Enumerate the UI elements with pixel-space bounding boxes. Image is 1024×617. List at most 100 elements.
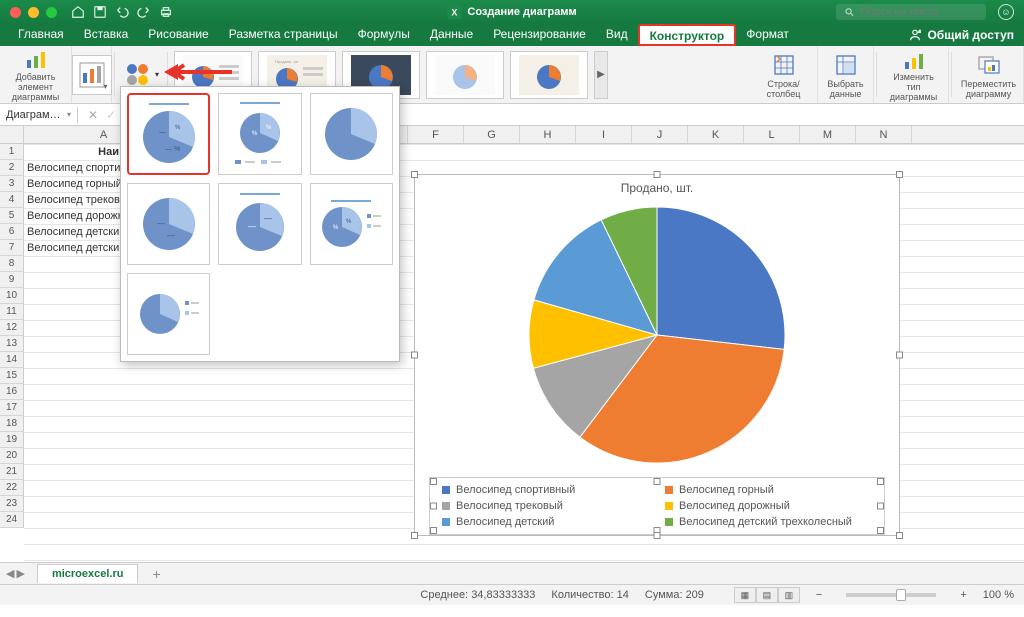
name-box[interactable]: Диаграм…▾: [0, 107, 78, 123]
row-header[interactable]: 12: [0, 320, 24, 336]
row-header[interactable]: 17: [0, 400, 24, 416]
column-header[interactable]: H: [520, 126, 576, 143]
legend-item[interactable]: Велосипед детский: [442, 516, 649, 528]
minimize-window-icon[interactable]: [28, 7, 39, 18]
tab-page-layout[interactable]: Разметка страницы: [219, 24, 348, 46]
layout-option-7[interactable]: [127, 273, 210, 355]
zoom-out-icon[interactable]: −: [816, 589, 822, 601]
undo-icon[interactable]: [115, 5, 129, 19]
row-header[interactable]: 20: [0, 448, 24, 464]
sheet-search[interactable]: [836, 4, 986, 20]
chart-style-5[interactable]: [510, 51, 588, 99]
layout-option-5[interactable]: ——: [218, 183, 301, 265]
row-header[interactable]: 3: [0, 176, 24, 192]
add-chart-element-button[interactable]: Добавить элемент диаграммы: [0, 46, 72, 103]
zoom-in-icon[interactable]: +: [960, 589, 966, 601]
row-header[interactable]: 8: [0, 256, 24, 272]
legend-item[interactable]: Велосипед горный: [665, 484, 872, 496]
tab-formulas[interactable]: Формулы: [348, 24, 420, 46]
row-header[interactable]: 6: [0, 224, 24, 240]
cell[interactable]: Велосипед дорожный: [24, 208, 122, 224]
layout-option-1[interactable]: —%— %: [127, 93, 210, 175]
add-sheet-button[interactable]: +: [144, 566, 168, 582]
row-header[interactable]: 15: [0, 368, 24, 384]
chart-style-4[interactable]: [426, 51, 504, 99]
cell[interactable]: Наи: [24, 144, 122, 160]
tab-review[interactable]: Рецензирование: [483, 24, 596, 46]
tab-data[interactable]: Данные: [420, 24, 483, 46]
column-header[interactable]: J: [632, 126, 688, 143]
sheet-tab[interactable]: microexcel.ru: [37, 564, 139, 583]
row-header[interactable]: 16: [0, 384, 24, 400]
row-header[interactable]: 11: [0, 304, 24, 320]
row-header[interactable]: 13: [0, 336, 24, 352]
zoom-slider[interactable]: [846, 593, 936, 597]
row-header[interactable]: 19: [0, 432, 24, 448]
legend-item[interactable]: Велосипед дорожный: [665, 500, 872, 512]
row-header[interactable]: 24: [0, 512, 24, 528]
column-header[interactable]: M: [800, 126, 856, 143]
tab-home[interactable]: Главная: [8, 24, 74, 46]
row-header[interactable]: 7: [0, 240, 24, 256]
cell[interactable]: Велосипед трековый: [24, 192, 122, 208]
view-normal-icon[interactable]: ▦: [734, 587, 756, 603]
tab-draw[interactable]: Рисование: [138, 24, 218, 46]
share-button[interactable]: Общий доступ: [908, 24, 1014, 46]
layout-option-2[interactable]: %%: [218, 93, 301, 175]
row-header[interactable]: 1: [0, 144, 24, 160]
change-chart-type-button[interactable]: Изменить тип диаграммы: [879, 46, 949, 103]
column-header[interactable]: K: [688, 126, 744, 143]
row-header[interactable]: 2: [0, 160, 24, 176]
search-input[interactable]: [861, 6, 978, 18]
confirm-icon[interactable]: ✓: [106, 108, 116, 122]
row-header[interactable]: 4: [0, 192, 24, 208]
quick-layout-button[interactable]: ▾: [72, 46, 112, 103]
switch-row-col-button[interactable]: Строка/столбец: [750, 46, 818, 103]
layout-option-4[interactable]: ——: [127, 183, 210, 265]
row-header[interactable]: 18: [0, 416, 24, 432]
cell[interactable]: Велосипед детский трехколесный: [24, 240, 122, 256]
print-icon[interactable]: [159, 5, 173, 19]
maximize-window-icon[interactable]: [46, 7, 57, 18]
column-header[interactable]: L: [744, 126, 800, 143]
legend-item[interactable]: Велосипед спортивный: [442, 484, 649, 496]
redo-icon[interactable]: [137, 5, 151, 19]
column-header[interactable]: I: [576, 126, 632, 143]
cancel-icon[interactable]: ✕: [88, 108, 98, 122]
tab-view[interactable]: Вид: [596, 24, 638, 46]
select-all-corner[interactable]: [0, 126, 24, 144]
cell[interactable]: Велосипед горный: [24, 176, 122, 192]
row-header[interactable]: 21: [0, 464, 24, 480]
legend-item[interactable]: Велосипед детский трехколесный: [665, 516, 872, 528]
row-header[interactable]: 22: [0, 480, 24, 496]
embedded-chart[interactable]: Продано, шт. Велосипед спортивныйВелосип…: [414, 174, 900, 536]
sheet-nav-next-icon[interactable]: ▶: [16, 567, 24, 580]
row-header[interactable]: 5: [0, 208, 24, 224]
layout-option-3[interactable]: [310, 93, 393, 175]
cell[interactable]: Велосипед спортивный: [24, 160, 122, 176]
tab-format[interactable]: Формат: [736, 24, 799, 46]
select-data-button[interactable]: Выбрать данные: [818, 46, 874, 103]
zoom-level[interactable]: 100 %: [983, 589, 1014, 601]
column-header[interactable]: G: [464, 126, 520, 143]
legend-item[interactable]: Велосипед трековый: [442, 500, 649, 512]
close-window-icon[interactable]: [10, 7, 21, 18]
column-header[interactable]: F: [408, 126, 464, 143]
save-icon[interactable]: [93, 5, 107, 19]
layout-option-6[interactable]: %%: [310, 183, 393, 265]
row-header[interactable]: 14: [0, 352, 24, 368]
view-page-layout-icon[interactable]: ▤: [756, 587, 778, 603]
view-page-break-icon[interactable]: ▥: [778, 587, 800, 603]
tab-chart-design[interactable]: Конструктор: [638, 24, 737, 46]
sheet-nav-prev-icon[interactable]: ◀: [6, 567, 14, 580]
row-header[interactable]: 10: [0, 288, 24, 304]
chart-title[interactable]: Продано, шт.: [415, 175, 899, 195]
pie-chart[interactable]: [523, 201, 791, 469]
move-chart-button[interactable]: Переместить диаграмму: [954, 46, 1024, 103]
feedback-icon[interactable]: ☺: [998, 4, 1014, 20]
gallery-next-icon[interactable]: ▶: [594, 51, 608, 99]
cell[interactable]: Велосипед детский: [24, 224, 122, 240]
row-header[interactable]: 9: [0, 272, 24, 288]
tab-insert[interactable]: Вставка: [74, 24, 139, 46]
chart-legend[interactable]: Велосипед спортивный Велосипед горный Вело…: [429, 477, 885, 535]
